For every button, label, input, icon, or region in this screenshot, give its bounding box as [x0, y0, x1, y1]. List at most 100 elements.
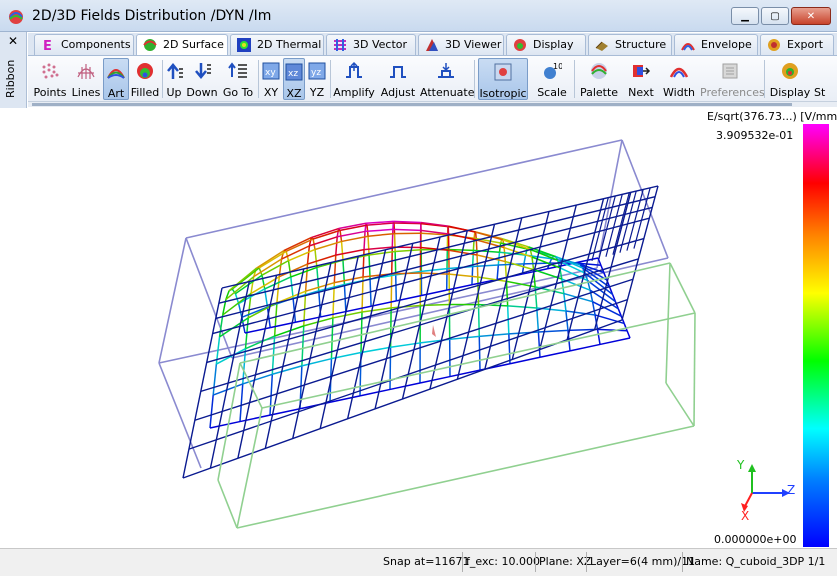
filled-icon: [137, 63, 153, 79]
surface-line: [471, 266, 474, 285]
tab-3d-vector[interactable]: 3D Vector: [326, 34, 416, 55]
surface-line: [496, 264, 500, 280]
surface-line: [419, 375, 451, 384]
surface-line: [420, 272, 450, 275]
surface-line: [537, 331, 541, 358]
attenuate-button[interactable]: Attenuate: [420, 58, 475, 100]
tab-label: 3D Viewer: [445, 38, 502, 51]
surface-line: [239, 414, 271, 423]
plane-yz-button[interactable]: yz YZ: [306, 58, 328, 100]
surface-line: [340, 241, 344, 261]
goto-button[interactable]: Go To: [222, 58, 254, 100]
surface-line: [507, 305, 537, 309]
surface-line: [394, 274, 398, 301]
legend-max-value: 3.909532e-01: [716, 129, 794, 142]
surface-line: [449, 273, 478, 278]
tab-display[interactable]: Display: [506, 34, 586, 55]
scale-button[interactable]: 10 Scale: [532, 58, 572, 100]
tab-label: Display: [533, 38, 574, 51]
points-button[interactable]: Points: [32, 58, 68, 100]
down-button[interactable]: Down: [186, 58, 218, 100]
surface-line: [596, 329, 601, 345]
tab-2d-surface[interactable]: 2D Surface: [136, 34, 228, 56]
ribbon-scrollbar[interactable]: [28, 101, 837, 107]
art-icon: [107, 69, 125, 79]
surface-line: [362, 249, 365, 278]
surface-line: [239, 383, 244, 422]
tab-export[interactable]: Export: [760, 34, 834, 55]
plane-xy-button[interactable]: xy XY: [260, 58, 282, 100]
tab-components[interactable]: E Components: [34, 34, 134, 55]
surface-line: [393, 222, 421, 225]
cuboid-edge: [158, 362, 202, 469]
surface-line: [508, 333, 511, 364]
tab-structure[interactable]: Structure: [588, 34, 672, 55]
more-label: St: [814, 86, 826, 99]
goto-label: Go To: [222, 86, 254, 99]
surface-line: [498, 242, 502, 253]
color-scale-bar: [803, 124, 829, 547]
adjust-icon: [390, 66, 406, 78]
surface-line: [336, 228, 340, 237]
cuboid-front-edge: [693, 312, 696, 427]
vector-3d-icon: [334, 39, 346, 51]
window-title: 2D/3D Fields Distribution /DYN /Im: [32, 8, 272, 24]
cuboid-front-edge: [217, 479, 238, 529]
isotropic-label: Isotropic: [479, 87, 527, 100]
filled-button[interactable]: Filled: [130, 58, 160, 100]
adjust-button[interactable]: Adjust: [378, 58, 418, 100]
up-button[interactable]: Up: [162, 58, 186, 100]
status-bar: Snap at=11671 f_exc: 10.000 Plane: XZ La…: [0, 548, 837, 576]
next-button[interactable]: Next: [624, 58, 658, 100]
lines-button[interactable]: Lines: [70, 58, 102, 100]
surface-line: [421, 267, 448, 273]
more-button[interactable]: St: [814, 58, 837, 100]
components-icon: E: [43, 39, 52, 52]
preferences-button: Preferences: [700, 58, 765, 100]
plane-xz-icon: xz: [285, 63, 303, 81]
amplify-icon: [346, 61, 362, 78]
lines-icon: [77, 64, 95, 79]
ribbon-label: Ribbon: [4, 59, 17, 98]
isotropic-icon: [494, 63, 512, 81]
maximize-button[interactable]: ▢: [761, 7, 789, 25]
tab-2d-thermal[interactable]: 2D Thermal: [230, 34, 324, 55]
surface-line: [563, 293, 567, 312]
xy-label: XY: [263, 86, 279, 99]
art-button[interactable]: Art: [103, 58, 129, 100]
tab-envelope[interactable]: Envelope: [674, 34, 758, 55]
ribbon-close-button[interactable]: ✕: [8, 34, 18, 48]
tab-3d-viewer[interactable]: 3D Viewer: [418, 34, 504, 55]
envelope-icon: [681, 43, 695, 51]
surface-line: [367, 232, 395, 237]
palette-button[interactable]: Palette: [576, 58, 622, 100]
display-button[interactable]: Display: [768, 58, 812, 100]
surface-line: [209, 420, 241, 429]
surface-2d-icon: [143, 39, 157, 51]
next-label: Next: [628, 86, 654, 99]
plane-xz-button[interactable]: xz XZ: [283, 58, 305, 100]
surface-line: [364, 228, 393, 233]
minimize-button[interactable]: ▁: [731, 7, 759, 25]
width-button[interactable]: Width: [660, 58, 698, 100]
tab-label: 3D Vector: [353, 38, 408, 51]
lines-label: Lines: [71, 86, 101, 99]
axis-x-label: X: [741, 509, 750, 523]
isotropic-button[interactable]: Isotropic: [478, 58, 528, 100]
amplify-button[interactable]: Amplify: [332, 58, 376, 100]
surface-line: [370, 300, 397, 307]
plane-yz-icon: yz: [308, 62, 326, 80]
scroll-thumb[interactable]: [32, 103, 792, 106]
pointer-arrow-icon: [432, 325, 436, 337]
surface-line: [269, 407, 301, 416]
field-viewport[interactable]: Y Z X: [0, 108, 837, 548]
points-label: Points: [33, 86, 67, 99]
surface-line: [392, 228, 421, 232]
close-button[interactable]: ✕: [791, 7, 831, 25]
plane-grid-line: [182, 287, 223, 479]
surface-line: [212, 363, 218, 396]
surface-line: [472, 264, 499, 268]
tab-label: Export: [787, 38, 824, 51]
surface-line: [314, 249, 318, 268]
close-icon: ✕: [806, 10, 816, 22]
